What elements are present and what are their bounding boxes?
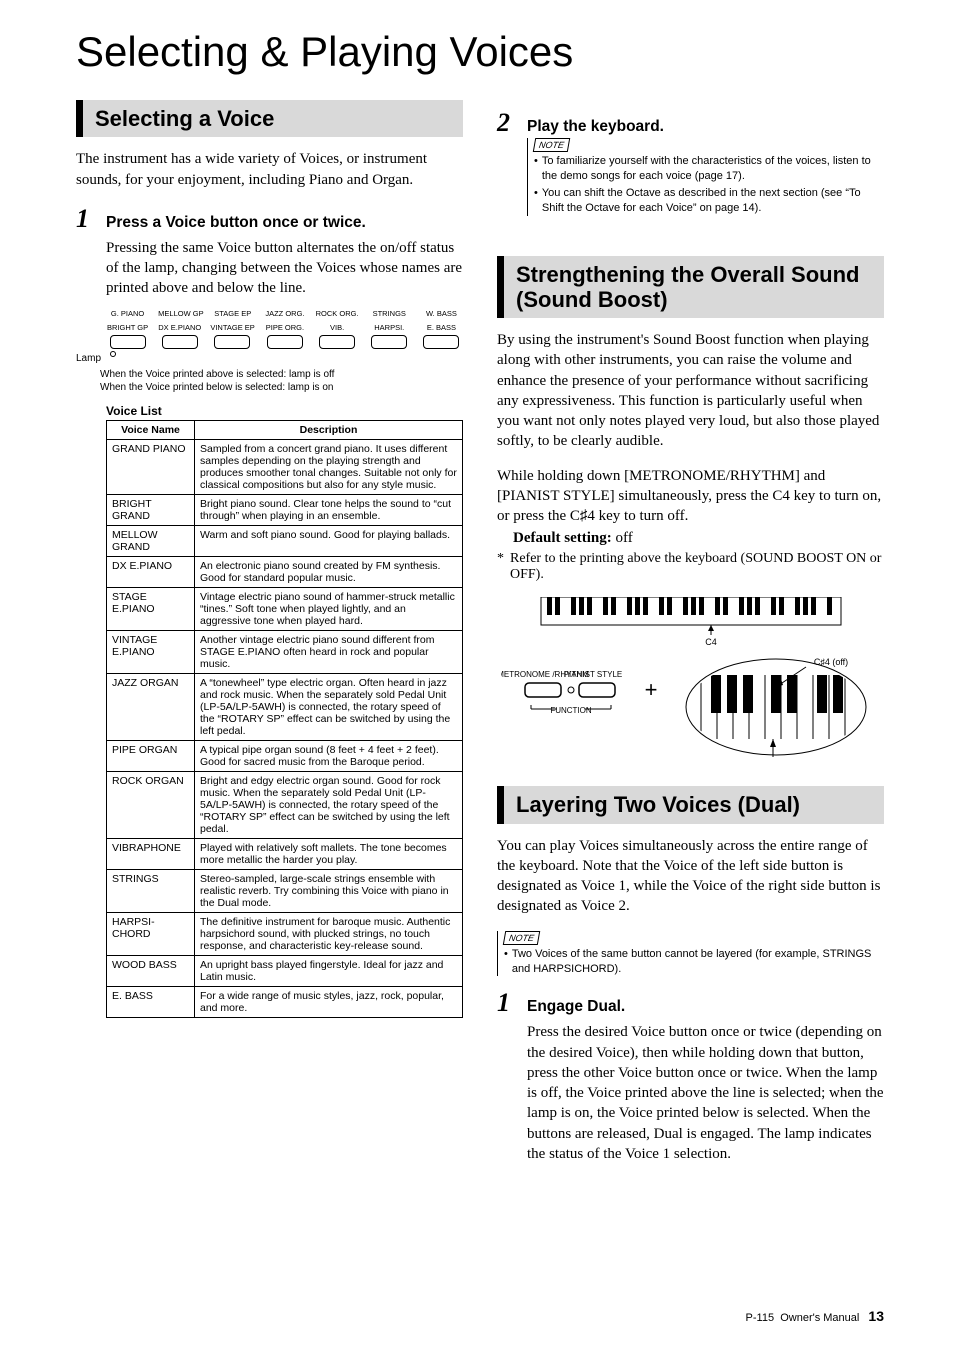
intro-text: The instrument has a wide variety of Voi…: [76, 149, 463, 190]
dual-step-1-number: 1: [497, 988, 519, 1018]
voice-button: [162, 335, 198, 349]
voice-label-top: STRINGS: [368, 309, 411, 319]
table-row: STAGE E.PIANOVintage electric piano soun…: [107, 587, 463, 630]
voice-button: [214, 335, 250, 349]
sound-boost-p2: While holding down [METRONOME/RHYTHM] an…: [497, 466, 884, 527]
table-row: ROCK ORGANBright and edgy electric organ…: [107, 771, 463, 838]
page-title: Selecting & Playing Voices: [76, 28, 884, 76]
voice-button: [371, 335, 407, 349]
voice-label-bottom: HARPSI.: [368, 323, 411, 333]
dual-step-1-title: Engage Dual.: [527, 998, 625, 1016]
step-1-title: Press a Voice button once or twice.: [106, 214, 366, 232]
table-row: JAZZ ORGANA “tonewheel” type electric or…: [107, 673, 463, 740]
voice-label-bottom: BRIGHT GP: [106, 323, 149, 333]
voice-label-bottom: PIPE ORG.: [263, 323, 306, 333]
lamp-caption-1: When the Voice printed above is selected…: [100, 368, 463, 381]
svg-text:PIANIST STYLE: PIANIST STYLE: [563, 670, 622, 679]
note-2a: To familiarize yourself with the charact…: [542, 154, 884, 184]
sound-boost-p1: By using the instrument's Sound Boost fu…: [497, 330, 884, 452]
table-row: DX E.PIANOAn electronic piano sound crea…: [107, 556, 463, 587]
svg-text:C♯4 (off): C♯4 (off): [813, 657, 847, 667]
voice-button: [110, 335, 146, 349]
voice-label-top: W. BASS: [420, 309, 463, 319]
note-2b: You can shift the Octave as described in…: [542, 186, 884, 216]
table-row: BRIGHT GRANDBright piano sound. Clear to…: [107, 494, 463, 525]
voice-label-bottom: VIB.: [316, 323, 359, 333]
table-row: E. BASSFor a wide range of music styles,…: [107, 986, 463, 1017]
voice-label-bottom: E. BASS: [420, 323, 463, 333]
table-row: HARPSI-CHORDThe definitive instrument fo…: [107, 912, 463, 955]
lamp-icon: [110, 351, 116, 357]
step-1-body: Pressing the same Voice button alternate…: [106, 238, 463, 299]
dual-step-1-body: Press the desired Voice button once or t…: [527, 1022, 884, 1164]
svg-text:FUNCTION: FUNCTION: [550, 706, 592, 715]
voice-list-table: Voice Name Description GRAND PIANOSample…: [106, 420, 463, 1018]
voice-label-top: ROCK ORG.: [316, 309, 359, 319]
step-1-number: 1: [76, 204, 98, 234]
lamp-caption-2: When the Voice printed below is selected…: [100, 381, 463, 394]
step-2-number: 2: [497, 108, 519, 138]
voice-button: [319, 335, 355, 349]
voice-list-title: Voice List: [106, 404, 463, 418]
svg-text:C4: C4: [705, 637, 717, 647]
voice-button: [423, 335, 459, 349]
voice-label-top: G. PIANO: [106, 309, 149, 319]
sound-boost-ref: *Refer to the printing above the keyboar…: [497, 551, 884, 583]
voice-label-top: MELLOW GP: [158, 309, 202, 319]
lamp-label: Lamp: [76, 353, 463, 364]
table-row: MELLOW GRANDWarm and soft piano sound. G…: [107, 525, 463, 556]
voice-label-bottom: VINTAGE EP: [210, 323, 254, 333]
section-sound-boost: Strengthening the Overall Sound (Sound B…: [497, 256, 884, 319]
th-description: Description: [195, 420, 463, 439]
table-row: VINTAGE E.PIANOAnother vintage electric …: [107, 630, 463, 673]
sound-boost-diagram: C4 METRONOME /RHYTHM PIANIST STYLE FUNCT…: [497, 597, 884, 762]
step-2-title: Play the keyboard.: [527, 118, 664, 136]
dual-p1: You can play Voices simultaneously acros…: [497, 836, 884, 917]
note-tag: NOTE: [533, 138, 571, 152]
table-row: WOOD BASSAn upright bass played fingerst…: [107, 955, 463, 986]
section-selecting-voice: Selecting a Voice: [76, 100, 463, 137]
default-setting: Default setting: off: [513, 530, 884, 547]
voice-button-diagram: G. PIANO MELLOW GP STAGE EP JAZZ ORG. ROCK O…: [106, 309, 463, 357]
voice-label-top: JAZZ ORG.: [263, 309, 306, 319]
page-footer: P-115 Owner's Manual 13: [746, 1308, 884, 1324]
table-row: STRINGSStereo-sampled, large-scale strin…: [107, 869, 463, 912]
table-row: GRAND PIANOSampled from a concert grand …: [107, 439, 463, 494]
section-dual: Layering Two Voices (Dual): [497, 786, 884, 823]
dual-note: Two Voices of the same button cannot be …: [512, 947, 884, 977]
voice-button: [267, 335, 303, 349]
svg-text:+: +: [644, 677, 657, 702]
table-row: VIBRAPHONEPlayed with relatively soft ma…: [107, 838, 463, 869]
note-tag: NOTE: [503, 931, 541, 945]
voice-label-top: STAGE EP: [211, 309, 254, 319]
voice-label-bottom: DX E.PIANO: [158, 323, 201, 333]
table-row: PIPE ORGANA typical pipe organ sound (8 …: [107, 740, 463, 771]
th-voice-name: Voice Name: [107, 420, 195, 439]
